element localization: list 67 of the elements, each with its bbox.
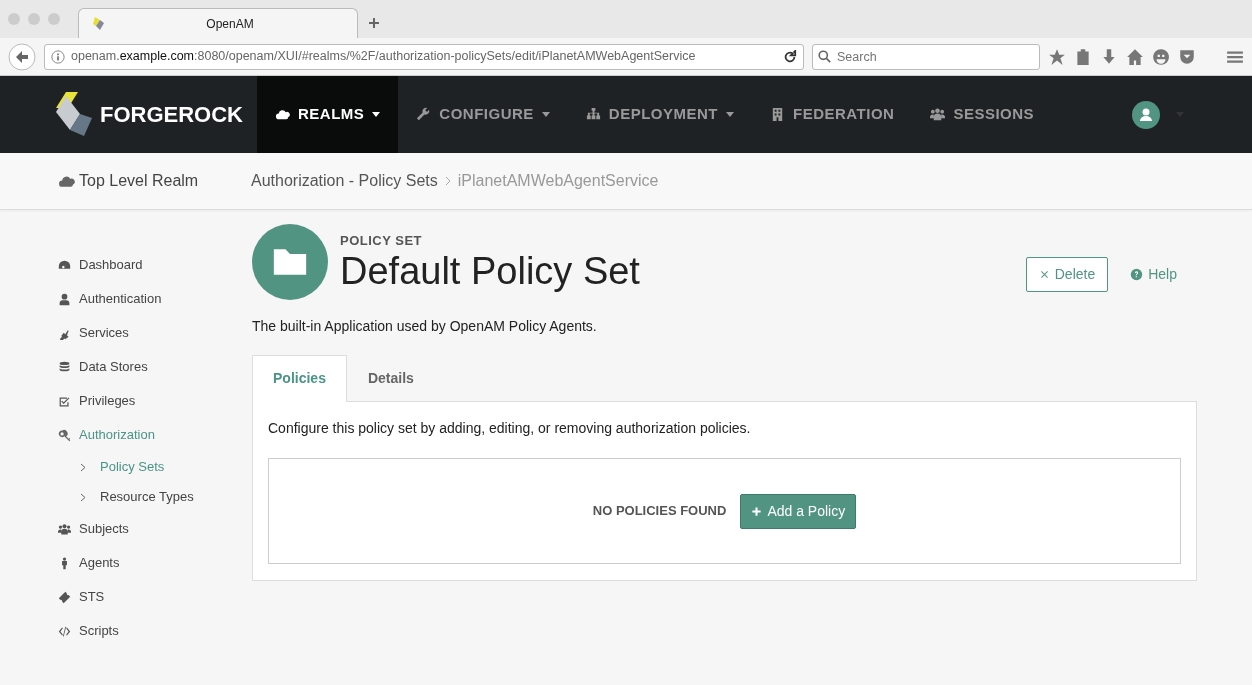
panel-intro-text: Configure this policy set by adding, editing, or removing authorization policies. bbox=[268, 419, 752, 438]
realm-link[interactable]: Top Level Realm bbox=[58, 169, 251, 193]
gauge-icon bbox=[58, 258, 71, 272]
tab-title: OpenAM bbox=[205, 15, 255, 33]
cloud-icon bbox=[275, 107, 290, 122]
users-icon bbox=[930, 107, 946, 122]
tab[interactable]: Policies bbox=[252, 355, 347, 402]
plus-icon bbox=[751, 505, 763, 517]
nav-menu-item[interactable]: DEPLOYMENT bbox=[567, 76, 753, 153]
chevron-icon bbox=[443, 176, 452, 186]
clipboard-icon[interactable] bbox=[1074, 47, 1092, 66]
window-zoom-dot[interactable] bbox=[48, 13, 60, 25]
page-eyebrow: POLICY SET bbox=[340, 232, 424, 251]
sidebar-item[interactable]: Scripts bbox=[58, 614, 119, 648]
sidebar-item[interactable]: Agents bbox=[58, 546, 120, 580]
info-icon bbox=[51, 49, 65, 64]
folder-icon bbox=[273, 247, 307, 277]
help-icon bbox=[1130, 267, 1144, 281]
empty-state-text: NO POLICIES FOUND bbox=[592, 502, 727, 521]
sidebar-item[interactable]: STS bbox=[58, 580, 105, 614]
back-icon[interactable] bbox=[8, 42, 36, 71]
sidebar-item[interactable]: Dashboard bbox=[58, 248, 143, 282]
code-icon bbox=[58, 624, 71, 638]
users-icon bbox=[58, 522, 71, 536]
window-close-dot[interactable] bbox=[8, 13, 20, 25]
new-tab-icon[interactable] bbox=[368, 17, 380, 29]
description-text: The built-in Application used by OpenAM Policy Agents. bbox=[252, 317, 598, 336]
sidebar-item[interactable]: Privileges bbox=[58, 384, 136, 418]
user-icon bbox=[58, 292, 71, 306]
reload-icon[interactable] bbox=[783, 49, 797, 64]
wrench-icon bbox=[416, 107, 432, 122]
delete-button[interactable]: Delete bbox=[1025, 256, 1109, 292]
nav-menu-item[interactable]: CONFIGURE bbox=[398, 76, 568, 153]
nav-menu-item[interactable]: REALMS bbox=[257, 76, 399, 153]
tab[interactable]: Details bbox=[346, 355, 435, 401]
breadcrumb-item[interactable]: Authorization - Policy Sets bbox=[251, 169, 438, 193]
smiley-icon[interactable] bbox=[1152, 47, 1170, 66]
logo-icon bbox=[91, 15, 107, 32]
avatar-icon[interactable] bbox=[1132, 100, 1160, 129]
logo-icon bbox=[56, 91, 92, 138]
checkbox-icon bbox=[58, 394, 71, 408]
pocket-icon[interactable] bbox=[1178, 47, 1196, 66]
nav-menu-item[interactable]: SESSIONS bbox=[912, 76, 1053, 153]
url-field[interactable]: openam.example.com:8080/openam/XUI/#realms/%2F/authorization-policySets/edit/iPlanetAMWebAgentService bbox=[44, 43, 804, 70]
sidebar-item[interactable]: Subjects bbox=[58, 512, 129, 546]
chevron-icon bbox=[80, 462, 86, 472]
ticket-icon bbox=[58, 590, 71, 604]
search-field[interactable]: Search bbox=[812, 43, 1040, 70]
sidebar-item[interactable]: Authentication bbox=[58, 282, 162, 316]
window-minimize-dot[interactable] bbox=[28, 13, 40, 25]
nav-menu-item[interactable]: FEDERATION bbox=[752, 76, 913, 153]
page-title: Default Policy Set bbox=[340, 250, 641, 293]
breadcrumb-item: iPlanetAMWebAgentService bbox=[457, 171, 659, 191]
home-icon[interactable] bbox=[1126, 47, 1144, 66]
star-icon[interactable] bbox=[1048, 47, 1066, 66]
chevron-icon bbox=[80, 492, 86, 502]
sidebar-subitem[interactable]: Resource Types bbox=[58, 482, 194, 512]
sidebar-item[interactable]: Services bbox=[58, 316, 129, 350]
browser-tab[interactable]: OpenAM bbox=[78, 8, 358, 38]
add-policy-button[interactable]: Add a Policy bbox=[740, 493, 857, 529]
sitemap-icon bbox=[585, 107, 601, 122]
key-icon bbox=[58, 428, 71, 442]
url-text: openam.example.com:8080/openam/XUI/#realms/%2F/authorization-policySets/edit/iPlanetAMWebAgentService bbox=[71, 48, 696, 66]
database-icon bbox=[58, 360, 71, 374]
brand-name: FORGEROCK bbox=[100, 101, 243, 129]
close-icon bbox=[1038, 268, 1050, 280]
sidebar-item[interactable]: Data Stores bbox=[58, 350, 148, 384]
